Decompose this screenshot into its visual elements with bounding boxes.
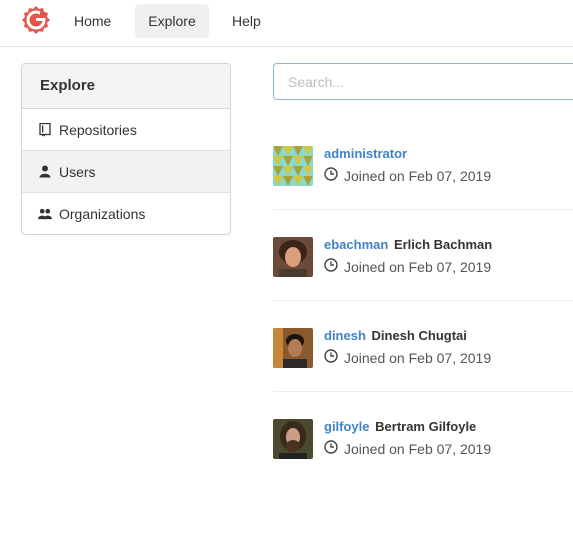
nav-help[interactable]: Help xyxy=(219,4,274,38)
user-full-name: Erlich Bachman xyxy=(393,237,493,252)
clock-icon xyxy=(324,258,344,275)
list-item: gilfoyle Bertram Gilfoyle Joined on Feb … xyxy=(273,392,573,483)
clock-icon xyxy=(324,440,344,457)
sidebar-item-repositories[interactable]: Repositories xyxy=(22,109,230,151)
joined-date: Joined on Feb 07, 2019 xyxy=(344,349,492,366)
joined-date: Joined on Feb 07, 2019 xyxy=(344,440,492,457)
user-icon xyxy=(38,165,52,179)
nav-explore[interactable]: Explore xyxy=(135,4,209,38)
sidebar-item-label: Organizations xyxy=(59,206,146,222)
avatar[interactable] xyxy=(273,237,313,277)
username-link[interactable]: dinesh xyxy=(324,328,366,343)
avatar[interactable] xyxy=(273,419,313,459)
list-item: ebachman Erlich Bachman Joined on Feb 07… xyxy=(273,210,573,301)
explore-sidebar: Explore Repositories Users Organizations xyxy=(21,63,231,235)
organization-icon xyxy=(38,207,52,221)
user-full-name: Bertram Gilfoyle xyxy=(375,419,477,434)
list-item: dinesh Dinesh Chugtai Joined on Feb 07, … xyxy=(273,301,573,392)
sidebar-item-label: Repositories xyxy=(59,121,137,138)
user-list: administrator Joined on Feb 07, 2019 eba… xyxy=(273,119,573,483)
top-navbar: Home Explore Help xyxy=(0,0,573,47)
avatar[interactable] xyxy=(273,146,313,186)
gitea-logo-icon[interactable] xyxy=(21,5,51,37)
clock-icon xyxy=(324,349,344,366)
list-item: administrator Joined on Feb 07, 2019 xyxy=(273,119,573,210)
search-input[interactable] xyxy=(273,63,573,100)
joined-date: Joined on Feb 07, 2019 xyxy=(344,258,492,275)
sidebar-item-organizations[interactable]: Organizations xyxy=(22,193,230,234)
username-link[interactable]: ebachman xyxy=(324,237,388,252)
nav-home[interactable]: Home xyxy=(61,4,124,38)
sidebar-item-users[interactable]: Users xyxy=(22,151,230,193)
username-link[interactable]: gilfoyle xyxy=(324,419,370,434)
joined-date: Joined on Feb 07, 2019 xyxy=(344,167,492,184)
sidebar-item-label: Users xyxy=(59,163,96,180)
user-full-name: Dinesh Chugtai xyxy=(371,328,467,343)
book-icon xyxy=(38,122,52,137)
sidebar-title: Explore xyxy=(22,64,230,109)
avatar[interactable] xyxy=(273,328,313,368)
username-link[interactable]: administrator xyxy=(324,146,407,161)
clock-icon xyxy=(324,167,344,184)
